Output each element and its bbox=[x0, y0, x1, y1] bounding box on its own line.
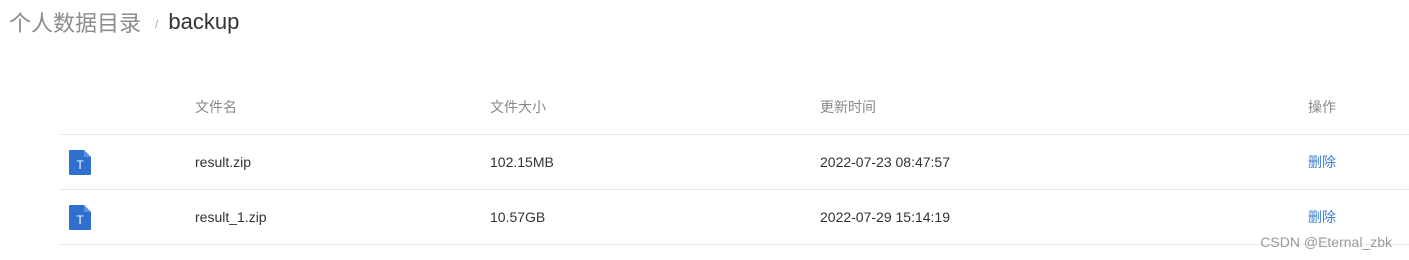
svg-text:T: T bbox=[76, 158, 84, 172]
file-table: 文件名 文件大小 更新时间 操作 T result.zip 102.15MB 2… bbox=[60, 79, 1409, 245]
breadcrumb-current: backup bbox=[168, 9, 240, 34]
file-updated-time: 2022-07-29 15:14:19 bbox=[820, 209, 950, 225]
delete-button[interactable]: 删除 bbox=[1308, 152, 1336, 172]
file-icon: T bbox=[69, 135, 91, 189]
file-size: 10.57GB bbox=[490, 209, 546, 225]
table-row: T result.zip 102.15MB 2022-07-23 08:47:5… bbox=[60, 135, 1409, 190]
header-actions: 操作 bbox=[1308, 98, 1336, 115]
breadcrumb-root-link[interactable]: 个人数据目录 bbox=[9, 6, 141, 38]
file-name: result_1.zip bbox=[195, 209, 267, 225]
file-size: 102.15MB bbox=[490, 154, 554, 170]
table-header: 文件名 文件大小 更新时间 操作 bbox=[60, 79, 1409, 135]
watermark-text: CSDN @Eternal_zbk bbox=[1260, 234, 1392, 250]
file-icon: T bbox=[69, 190, 91, 244]
svg-text:T: T bbox=[76, 213, 84, 227]
table-row: T result_1.zip 10.57GB 2022-07-29 15:14:… bbox=[60, 190, 1409, 245]
action-cell: 删除 bbox=[1308, 135, 1336, 189]
file-updated-time: 2022-07-23 08:47:57 bbox=[820, 154, 950, 170]
file-name: result.zip bbox=[195, 154, 252, 170]
header-file-name: 文件名 bbox=[195, 98, 237, 115]
breadcrumb-separator: / bbox=[155, 17, 159, 31]
header-file-size: 文件大小 bbox=[490, 98, 546, 115]
header-updated-time: 更新时间 bbox=[820, 98, 876, 115]
delete-button[interactable]: 删除 bbox=[1308, 207, 1336, 227]
breadcrumb: 个人数据目录 / backup bbox=[9, 6, 239, 38]
